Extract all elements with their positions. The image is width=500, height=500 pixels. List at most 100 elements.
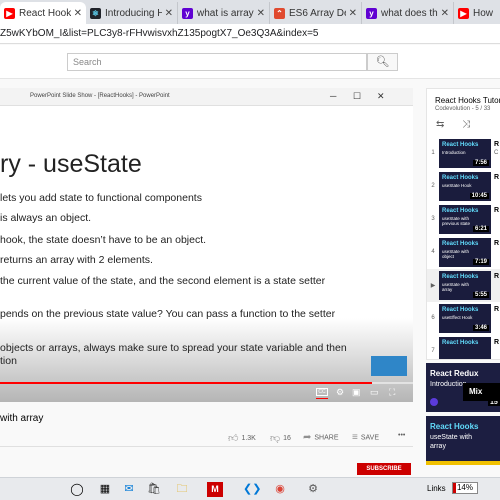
- playlist-item[interactable]: 2 React Hooks useState Hook 10:45 R H: [427, 170, 500, 203]
- playlist-item[interactable]: 7 React Hooks R w: [427, 335, 500, 359]
- settings-icon[interactable]: ⚙: [336, 387, 344, 398]
- like-button[interactable]: 👍︎ 1.3K: [228, 432, 256, 444]
- playlist-item[interactable]: 3 React Hooks useState with previous sta…: [427, 203, 500, 236]
- playlist-item-title: R w: [494, 207, 500, 214]
- playlist-item[interactable]: 1 React Hooks Introduction 7:56 R C: [427, 137, 500, 170]
- tab-title: React Hooks T: [19, 7, 71, 19]
- thumbnail-title: React Hooks: [442, 241, 479, 247]
- tab-react-hooks[interactable]: ▶ React Hooks T ✕: [0, 2, 86, 24]
- tab-what-is-array[interactable]: y what is array d ✕: [178, 2, 270, 24]
- close-icon[interactable]: ✕: [165, 8, 173, 19]
- recommended-accent-bar: [426, 461, 500, 465]
- more-actions-button[interactable]: •••: [398, 432, 405, 439]
- loop-icon[interactable]: ⇆: [436, 119, 444, 130]
- playlist-title[interactable]: React Hooks Tutorial: [435, 96, 500, 105]
- task-view-icon[interactable]: ▦: [97, 482, 113, 497]
- recommended-subtitle: useState with array: [430, 434, 473, 450]
- search-icon[interactable]: ◯: [69, 482, 85, 497]
- close-icon[interactable]: ✕: [441, 8, 449, 19]
- chrome-icon[interactable]: ◉: [272, 482, 288, 497]
- close-icon[interactable]: ✕: [74, 8, 82, 19]
- playlist-item[interactable]: 4 React Hooks useState with object 7:19 …: [427, 236, 500, 269]
- mix-badge[interactable]: Mix: [463, 383, 500, 401]
- dislike-button[interactable]: 👎︎ 16: [270, 432, 291, 444]
- thumbnail-subtitle: useEffect Hook: [442, 315, 473, 320]
- playlist-item-thumbnail: React Hooks useEffect Hook 3:46: [439, 304, 491, 333]
- thumbnail-subtitle: useState with object: [442, 249, 470, 259]
- slide-bullet: objects or arrays, always make sure to s…: [0, 342, 347, 354]
- playlist-item[interactable]: 6 React Hooks useEffect Hook 3:46 R H: [427, 302, 500, 335]
- mcafee-icon[interactable]: M: [207, 482, 223, 497]
- youtube-header: Search 🔍︎: [0, 45, 500, 79]
- address-bar[interactable]: Z5wKYbOM_I&list=PLC3y8-rFHvwisvxhZ135pog…: [0, 24, 500, 44]
- tab-how[interactable]: ▶ How: [454, 2, 500, 24]
- thumbnail-subtitle: useState with array: [442, 282, 470, 292]
- store-icon[interactable]: 🛍︎: [146, 482, 162, 497]
- close-icon[interactable]: ✕: [349, 8, 357, 19]
- tab-introducing-hooks[interactable]: ⚛ Introducing H ✕: [86, 2, 178, 24]
- video-player[interactable]: PowerPoint Slide Show - [ReactHooks] - P…: [0, 88, 413, 402]
- powerpoint-window-title: PowerPoint Slide Show - [ReactHooks] - P…: [30, 93, 170, 99]
- maximize-icon: ☐: [353, 91, 362, 101]
- playlist-item-thumbnail: React Hooks useState with object 7:19: [439, 238, 491, 267]
- thumbnail-subtitle: Introduction: [442, 150, 466, 155]
- tab-what-does-the[interactable]: y what does the ✕: [362, 2, 454, 24]
- thumbnail-title: React Hooks: [442, 274, 479, 280]
- captions-icon[interactable]: CC: [316, 388, 328, 396]
- file-explorer-icon[interactable]: 🗀: [174, 482, 190, 497]
- close-icon: ✕: [377, 91, 385, 101]
- search-icon: 🔍︎: [375, 56, 390, 68]
- recommended-video[interactable]: React Hooks useState with array: [426, 416, 500, 465]
- playlist-item-title: R w: [494, 339, 500, 346]
- recommended-subtitle: Introduction: [430, 381, 467, 388]
- browser-tab-strip: ▶ React Hooks T ✕ ⚛ Introducing H ✕ y wh…: [0, 0, 500, 24]
- dislike-count: 16: [283, 434, 291, 442]
- playlist-item-current[interactable]: ▶ React Hooks useState with array 5:55 R…: [427, 269, 500, 302]
- now-playing-icon: ▶: [430, 283, 436, 289]
- search-placeholder: Search: [73, 57, 102, 67]
- playlist-item-index: 6: [431, 315, 435, 321]
- share-label: SHARE: [314, 434, 339, 442]
- save-button[interactable]: ≡ SAVE: [352, 432, 379, 443]
- vscode-icon[interactable]: ❮❯: [243, 482, 261, 497]
- battery-indicator[interactable]: 14%: [452, 482, 478, 494]
- tab-es6-array[interactable]: ⌃ ES6 Array Des ✕: [270, 2, 362, 24]
- tab-title: Introducing H: [105, 7, 162, 19]
- playlist-item-thumbnail: React Hooks useState Hook 10:45: [439, 172, 491, 201]
- playlist-item-thumbnail: React Hooks: [439, 337, 491, 359]
- slide-title: ry - useState: [0, 150, 142, 178]
- video-duration: 7:19: [472, 259, 489, 265]
- subscribe-button[interactable]: SUBSCRIBE: [357, 463, 411, 475]
- playlist-item-index: 4: [431, 249, 435, 255]
- video-progress-bar[interactable]: [0, 382, 413, 384]
- channel-avatar: [430, 398, 438, 406]
- save-label: SAVE: [360, 434, 379, 442]
- close-icon[interactable]: ✕: [257, 8, 265, 19]
- slide-bullet: lets you add state to functional compone…: [0, 192, 202, 204]
- shuffle-icon[interactable]: ⤨: [462, 119, 470, 130]
- search-input[interactable]: Search: [67, 53, 367, 71]
- share-button[interactable]: ➦ SHARE: [303, 432, 339, 443]
- youtube-icon: ▶: [4, 7, 15, 19]
- slide-bullet: hook, the state doesn’t have to be an ob…: [0, 234, 207, 246]
- thumbnail-subtitle: useState Hook: [442, 183, 472, 188]
- slide-bullet: the current value of the state, and the …: [0, 275, 326, 287]
- playlist-item-title: R w: [494, 240, 500, 247]
- theater-mode-icon[interactable]: ▭: [370, 387, 379, 398]
- video-title: with array: [0, 413, 44, 424]
- playlist-item-index: 7: [431, 348, 435, 354]
- share-icon: ➦: [303, 432, 312, 443]
- slide-bullet: returns an array with 2 elements.: [0, 254, 153, 266]
- settings-icon[interactable]: ⚙: [305, 482, 321, 497]
- playlist-item-index: 1: [431, 150, 435, 156]
- fullscreen-icon[interactable]: ⛶: [389, 387, 395, 398]
- mail-icon[interactable]: ✉: [121, 482, 137, 497]
- yahoo-icon: y: [182, 7, 193, 19]
- playlist-item-title: R H: [494, 174, 500, 181]
- search-button[interactable]: 🔍︎: [367, 53, 398, 71]
- miniplayer-icon[interactable]: ▣: [352, 387, 361, 398]
- links-toolbar[interactable]: Links: [427, 484, 446, 493]
- video-duration: 5:55: [472, 292, 489, 298]
- youtube-icon: ▶: [458, 7, 469, 19]
- yahoo-icon: y: [366, 7, 377, 19]
